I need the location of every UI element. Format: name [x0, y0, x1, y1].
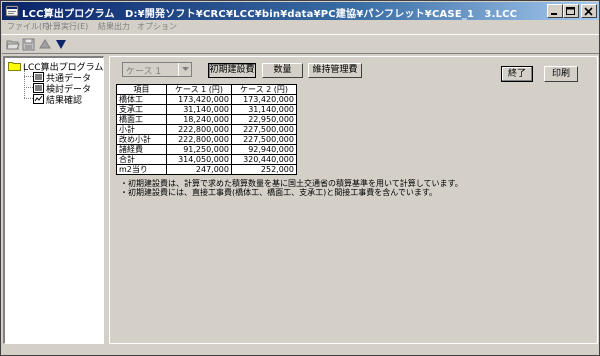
- print-button[interactable]: 印刷: [544, 66, 578, 82]
- case1-value: 173,420,000: [166, 94, 232, 105]
- dropdown-button[interactable]: [178, 63, 191, 76]
- minimize-icon: [551, 13, 557, 15]
- app-icon: [5, 5, 19, 17]
- end-button[interactable]: 終了: [501, 66, 533, 82]
- row-label: 改め小計: [116, 134, 167, 145]
- down-arrow-icon: [56, 40, 66, 49]
- up-arrow-icon: [39, 39, 51, 49]
- table-row: 合計 314,050,000 320,440,000: [116, 154, 297, 165]
- case-select[interactable]: ケース 1: [122, 62, 192, 77]
- initial-cost-tab[interactable]: 初期建設費: [208, 63, 256, 78]
- table-row: 支承工 31,140,000 31,140,000: [116, 104, 297, 115]
- case1-value: 31,140,000: [166, 104, 232, 115]
- maximize-icon: [566, 7, 575, 15]
- menu-output[interactable]: 結果出力: [98, 21, 130, 32]
- tree-item-label: 結果確認: [46, 96, 83, 106]
- case2-value: 227,500,000: [231, 134, 297, 145]
- table-row: 改め小計 222,800,000 227,500,000: [116, 134, 297, 145]
- maximize-button[interactable]: [563, 4, 579, 18]
- case2-value: 252,000: [231, 164, 297, 175]
- tree-connector: [24, 70, 25, 98]
- save-icon: [22, 38, 35, 51]
- menu-file[interactable]: ファイル(F): [7, 21, 50, 32]
- case2-value: 22,950,000: [231, 114, 297, 125]
- maintenance-cost-tab[interactable]: 維持管理費: [308, 63, 362, 78]
- column-header: 項目: [116, 84, 167, 95]
- row-label: 合計: [116, 154, 167, 165]
- row-label: 橋面工: [116, 114, 167, 125]
- move-down-button[interactable]: [53, 37, 69, 52]
- case1-value: 222,800,000: [166, 124, 232, 135]
- open-folder-icon: [6, 40, 20, 50]
- title-bar[interactable]: LCC算出プログラム D:¥開発ソフト¥CRC¥LCC¥bin¥data¥PC建…: [2, 2, 599, 20]
- close-icon: [584, 7, 593, 16]
- save-button[interactable]: [21, 37, 37, 52]
- case1-value: 91,250,000: [166, 144, 232, 155]
- note-line: ・初期建設費には、直接工事費(橋体工、橋面工、支承工)と間接工事費を含んでいます…: [120, 188, 438, 197]
- tree-connector: [24, 98, 33, 99]
- column-header: ケース 2 (円): [231, 84, 297, 95]
- table-row: m2当り 247,000 252,000: [116, 164, 297, 175]
- case-select-value: ケース 1: [126, 67, 162, 77]
- case2-value: 31,140,000: [231, 104, 297, 115]
- notes: ・初期建設費は、計算で求めた積算数量を基に国土交通省の積算基準を用いて計算してい…: [120, 179, 463, 197]
- quantity-tab[interactable]: 数量: [262, 63, 303, 78]
- note-line: ・初期建設費は、計算で求めた積算数量を基に国土交通省の積算基準を用いて計算してい…: [120, 179, 463, 188]
- column-header: ケース 1 (円): [166, 84, 232, 95]
- row-label: 諸経費: [116, 144, 167, 155]
- app-window: LCC算出プログラム D:¥開発ソフト¥CRC¥LCC¥bin¥data¥PC建…: [0, 0, 600, 356]
- row-label: m2当り: [116, 164, 167, 175]
- document-icon: [33, 83, 44, 93]
- document-icon: [33, 72, 44, 82]
- minimize-button[interactable]: [547, 4, 563, 18]
- window-title: LCC算出プログラム D:¥開発ソフト¥CRC¥LCC¥bin¥data¥PC建…: [22, 9, 518, 20]
- case1-value: 314,050,000: [166, 154, 232, 165]
- row-label: 小計: [116, 124, 167, 135]
- menu-options[interactable]: オプション: [137, 21, 177, 32]
- tree-connector: [24, 76, 33, 77]
- table-row: 小計 222,800,000 227,500,000: [116, 124, 297, 135]
- results-icon: [33, 94, 44, 104]
- navigation-tree: LCC算出プログラム 共通データ 検討データ 結果確認: [3, 56, 104, 344]
- tree-connector: [24, 87, 33, 88]
- results-panel: ケース 1 初期建設費 数量 維持管理費 終了 印刷 項目 ケース 1 (円) …: [109, 56, 598, 344]
- open-button[interactable]: [5, 37, 21, 52]
- move-up-button[interactable]: [37, 37, 53, 52]
- toolbar: [2, 34, 599, 54]
- case1-value: 18,240,000: [166, 114, 232, 125]
- table-row: 橋体工 173,420,000 173,420,000: [116, 94, 297, 105]
- case2-value: 320,440,000: [231, 154, 297, 165]
- menu-bar: ファイル(F) 計算実行(E) 結果出力 オプション: [2, 20, 599, 34]
- row-label: 支承工: [116, 104, 167, 115]
- status-bar: [3, 346, 599, 355]
- case1-value: 247,000: [166, 164, 232, 175]
- table-row: 橋面工 18,240,000 22,950,000: [116, 114, 297, 125]
- table-row: 諸経費 91,250,000 92,940,000: [116, 144, 297, 155]
- case2-value: 173,420,000: [231, 94, 297, 105]
- chevron-down-icon: [182, 67, 189, 71]
- case1-value: 222,800,000: [166, 134, 232, 145]
- close-button[interactable]: [581, 4, 597, 18]
- row-label: 橋体工: [116, 94, 167, 105]
- case2-value: 92,940,000: [231, 144, 297, 155]
- folder-icon: [8, 62, 21, 71]
- table-header-row: 項目 ケース 1 (円) ケース 2 (円): [116, 84, 297, 95]
- menu-calculate[interactable]: 計算実行(E): [45, 21, 88, 32]
- case2-value: 227,500,000: [231, 124, 297, 135]
- cost-table: 項目 ケース 1 (円) ケース 2 (円) 橋体工 173,420,000 1…: [116, 84, 297, 175]
